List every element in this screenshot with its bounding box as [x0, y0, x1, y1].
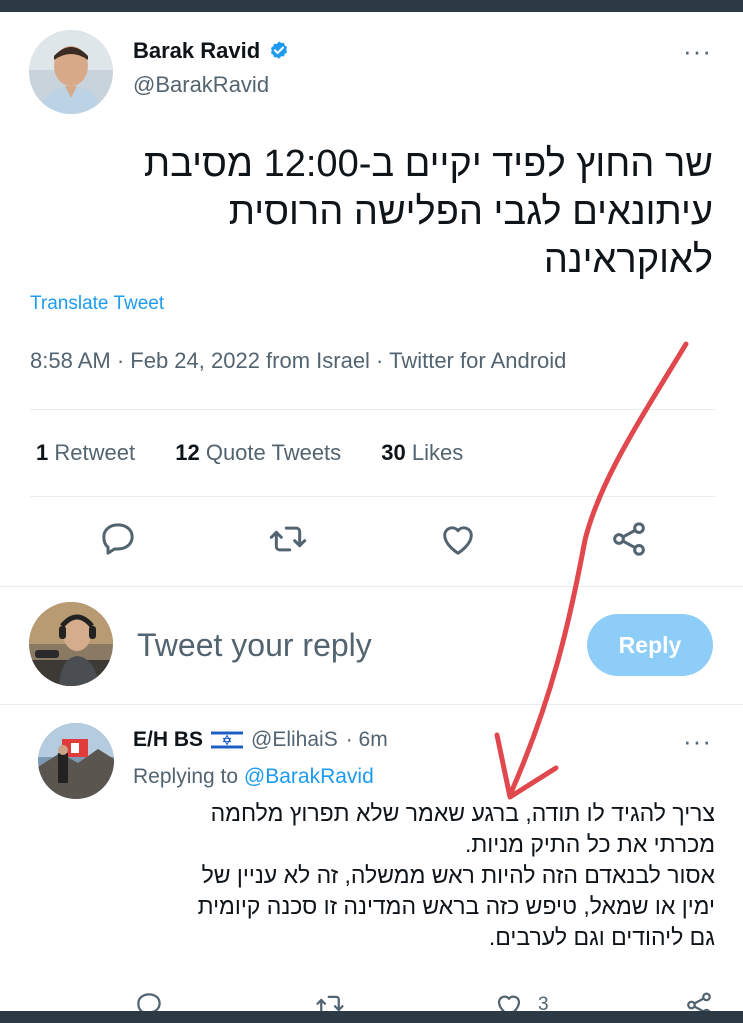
divider [0, 704, 743, 705]
reply-input[interactable]: Tweet your reply [137, 627, 372, 664]
divider [0, 586, 743, 587]
retweet-icon[interactable] [268, 519, 308, 559]
likes-label: Likes [411, 440, 464, 465]
retweets-count: 1 [36, 440, 49, 465]
retweets-stat[interactable]: 1 Retweet [36, 440, 135, 465]
replying-prefix: Replying to [133, 765, 239, 788]
more-icon[interactable]: ··· [683, 726, 712, 757]
reply-text-line: גם ליהודים וגם לערבים. [488, 924, 715, 950]
reply-time: · 6m [345, 728, 388, 751]
tweet-text: שר החוץ לפיד יקיים ב-12:00 מסיבת עיתונאי… [33, 140, 713, 284]
reply-text-line: צריך להגיד לו תודה, ברגע שאמר שלא תפרוץ … [210, 800, 715, 826]
reply-button[interactable]: Reply [587, 614, 713, 676]
translate-tweet-link[interactable]: Translate Tweet [30, 293, 164, 315]
tweet-text-line: לאוקראינה [543, 239, 713, 281]
tweet-meta: 8:58 AM · Feb 24, 2022 from Israel · Twi… [30, 348, 567, 373]
reply-text-line: מכרתי את כל התיק מניות. [464, 831, 715, 857]
author-handle[interactable]: @BarakRavid [133, 72, 269, 98]
reply-text-line: ימין או שמאל, טיפש כזה בראש המדינה זו סכ… [197, 893, 715, 919]
reply-author-avatar[interactable] [38, 723, 114, 799]
like-icon[interactable] [438, 519, 478, 559]
bottom-frame-bar [0, 1011, 743, 1023]
replying-to-line: Replying to @BarakRavid [133, 765, 374, 789]
likes-stat[interactable]: 30 Likes [381, 440, 463, 465]
author-name-text[interactable]: Barak Ravid [133, 38, 260, 64]
likes-count: 30 [381, 440, 406, 465]
israel-flag-icon [211, 729, 244, 751]
share-icon[interactable] [609, 519, 649, 559]
top-frame-bar [0, 0, 743, 12]
reply-text-line: אסור לבנאדם הזה להיות ראש ממשלה, זה לא ע… [201, 862, 715, 888]
reply-author-line: E/H BS @ElihaiS · 6m [133, 728, 388, 752]
tweet-text-line: עיתונאים לגבי הפלישה הרוסית [228, 191, 713, 233]
retweets-label: Retweet [54, 440, 136, 465]
reply-icon[interactable] [98, 519, 138, 559]
replying-to-handle[interactable]: @BarakRavid [244, 765, 374, 788]
reply-text: צריך להגיד לו תודה, ברגע שאמר שלא תפרוץ … [140, 798, 715, 953]
reply-author-name[interactable]: E/H BS [133, 728, 203, 752]
tweet-text-line: שר החוץ לפיד יקיים ב-12:00 מסיבת [143, 143, 713, 185]
quotes-count: 12 [175, 440, 200, 465]
more-icon[interactable]: ··· [683, 36, 712, 67]
author-name[interactable]: Barak Ravid [133, 38, 290, 64]
reply-author-handle[interactable]: @ElihaiS [251, 728, 338, 752]
user-avatar[interactable] [29, 602, 113, 686]
tweet-stats: 1 Retweet 12 Quote Tweets 30 Likes [36, 440, 497, 466]
quotes-label: Quote Tweets [205, 440, 342, 465]
divider [30, 409, 715, 410]
quotes-stat[interactable]: 12 Quote Tweets [175, 440, 341, 465]
verified-badge-icon [271, 41, 288, 59]
divider [30, 496, 715, 497]
author-avatar[interactable] [29, 30, 113, 114]
